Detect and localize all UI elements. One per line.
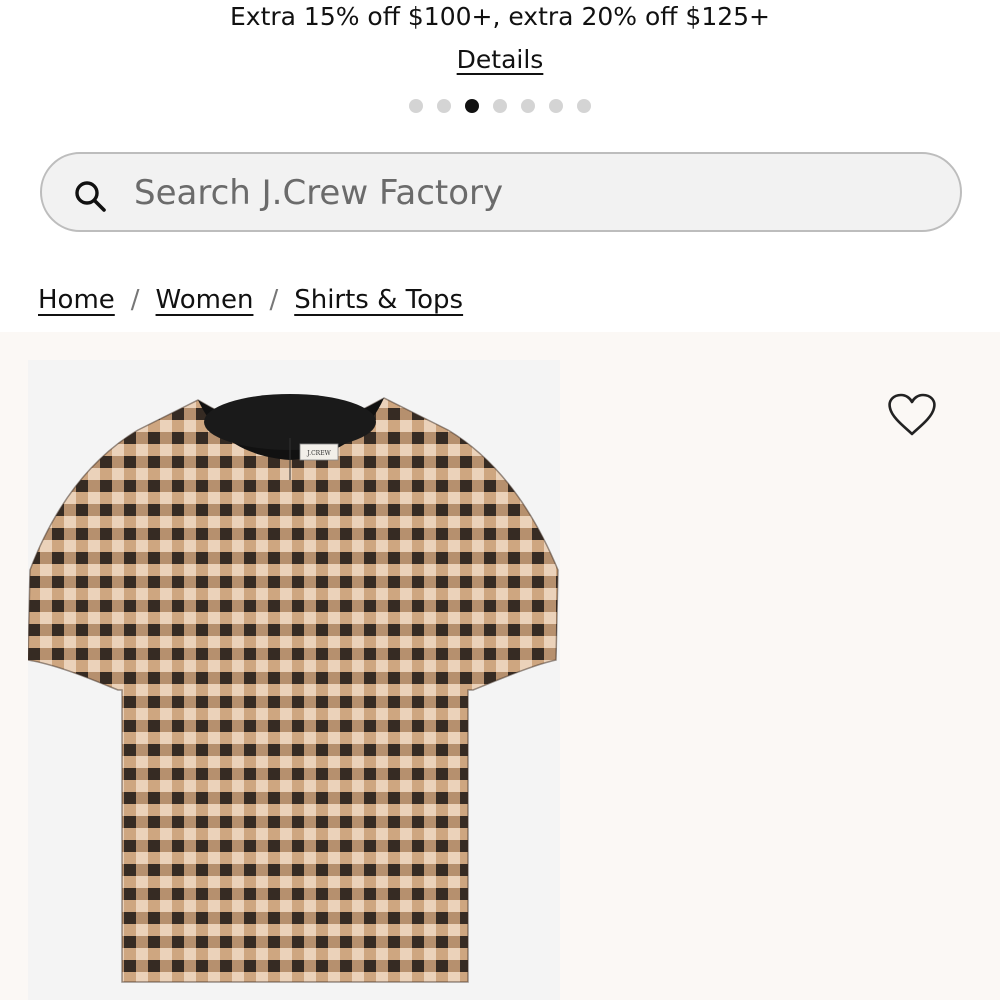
promo-details: Details bbox=[0, 43, 1000, 77]
breadcrumb: Home / Women / Shirts & Tops bbox=[38, 280, 463, 320]
carousel-dot[interactable] bbox=[577, 99, 591, 113]
search-bar[interactable] bbox=[40, 152, 962, 232]
breadcrumb-women[interactable]: Women bbox=[156, 285, 254, 315]
carousel-dot[interactable] bbox=[493, 99, 507, 113]
breadcrumb-home[interactable]: Home bbox=[38, 285, 115, 315]
carousel-dot[interactable] bbox=[437, 99, 451, 113]
product-label-text: J.CREW bbox=[306, 450, 331, 457]
product-gallery: J.CREW bbox=[0, 332, 1000, 1000]
search-input[interactable] bbox=[132, 164, 936, 222]
promo-details-link[interactable]: Details bbox=[457, 45, 544, 74]
carousel-dots bbox=[0, 99, 1000, 113]
search-icon[interactable] bbox=[72, 178, 108, 214]
breadcrumb-shirts-tops[interactable]: Shirts & Tops bbox=[294, 285, 463, 315]
breadcrumb-separator: / bbox=[269, 285, 279, 315]
heart-outline-icon[interactable] bbox=[886, 392, 938, 438]
promo-text: Extra 15% off $100+, extra 20% off $125+ bbox=[229, 2, 770, 31]
product-photo: J.CREW bbox=[27, 394, 559, 983]
carousel-dot[interactable] bbox=[409, 99, 423, 113]
product-image[interactable]: J.CREW bbox=[27, 360, 560, 1000]
breadcrumb-separator: / bbox=[130, 285, 140, 315]
carousel-dot[interactable] bbox=[521, 99, 535, 113]
carousel-dot-active[interactable] bbox=[465, 99, 479, 113]
carousel-dot[interactable] bbox=[549, 99, 563, 113]
